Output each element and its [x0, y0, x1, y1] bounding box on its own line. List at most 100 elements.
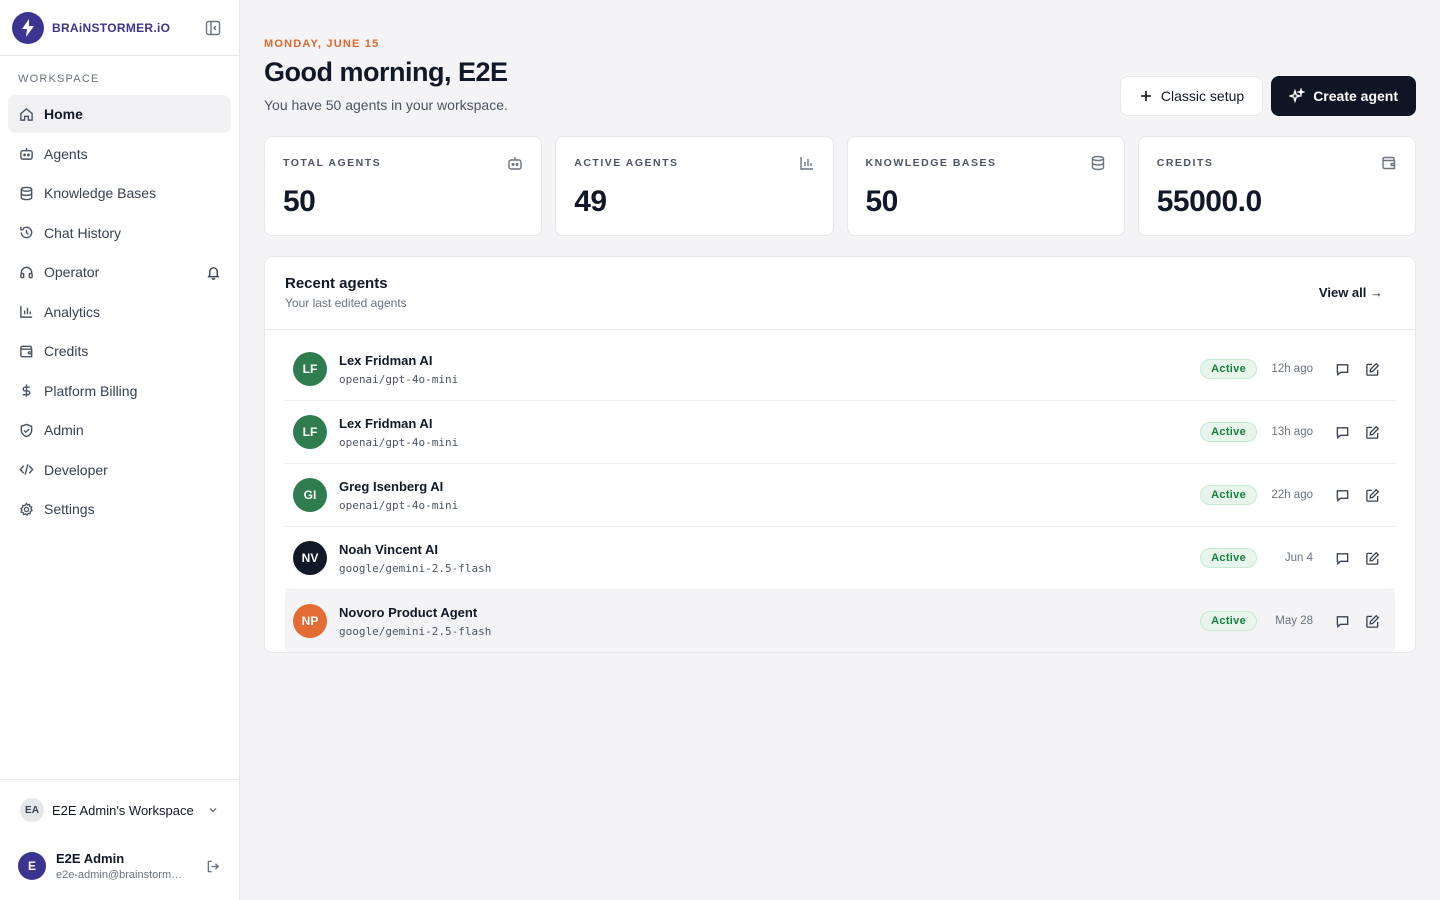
- agent-model: google/gemini-2.5-flash: [339, 561, 492, 575]
- status-badge: Active: [1200, 485, 1257, 505]
- history-icon: [18, 225, 34, 241]
- agent-name: Lex Fridman AI: [339, 415, 433, 431]
- sidebar-collapse-button[interactable]: [199, 14, 227, 42]
- brand-bar: BRAiNSTORMER.iO: [0, 0, 239, 56]
- row-actions: [1327, 354, 1387, 384]
- page-subtitle: You have 50 agents in your workspace.: [264, 97, 508, 113]
- stat-card-credits: CREDITS 55000.0: [1137, 136, 1416, 236]
- agent-name: Novoro Product Agent: [339, 604, 478, 620]
- agent-avatar: NV: [293, 541, 327, 575]
- brand-logo-link[interactable]: BRAiNSTORMER.iO: [12, 11, 170, 44]
- sidebar-item-label: Admin: [44, 422, 84, 438]
- avatar[interactable]: E: [18, 852, 46, 880]
- wallet-icon: [1381, 155, 1397, 171]
- edit-icon[interactable]: [1357, 480, 1387, 510]
- headset-icon: [18, 264, 34, 280]
- agent-avatar: NP: [293, 604, 327, 638]
- list-item[interactable]: LF Lex Fridman AI openai/gpt-4o-mini Act…: [285, 338, 1395, 401]
- chevron-down-icon: [207, 804, 219, 816]
- row-actions: [1327, 543, 1387, 573]
- shield-icon: [18, 422, 34, 438]
- sidebar-item-knowledge-bases[interactable]: Knowledge Bases: [8, 174, 231, 212]
- sidebar-item-developer[interactable]: Developer: [8, 451, 231, 489]
- list-item[interactable]: NP Novoro Product Agent google/gemini-2.…: [285, 590, 1395, 652]
- sidebar-item-label: Platform Billing: [44, 382, 138, 399]
- dollar-icon: [18, 383, 34, 399]
- sidebar-item-analytics[interactable]: Analytics: [8, 293, 231, 331]
- sidebar-item-platform-billing[interactable]: Platform Billing: [8, 372, 231, 410]
- agent-updated-time: May 28: [1275, 615, 1313, 627]
- recent-agents-card: Recent agents Your last edited agents Vi…: [264, 256, 1416, 653]
- stat-label: ACTIVE AGENTS: [574, 157, 679, 169]
- sidebar-item-chat-history[interactable]: Chat History: [8, 214, 231, 252]
- sidebar-item-label: Knowledge Bases: [44, 185, 157, 201]
- bot-icon: [507, 155, 523, 171]
- database-icon: [1090, 155, 1106, 171]
- user-info: E2E Admin e2e-admin@brainstormer.io: [56, 851, 206, 881]
- sidebar-item-agents[interactable]: Agents: [8, 135, 231, 173]
- list-item[interactable]: LF Lex Fridman AI openai/gpt-4o-mini Act…: [285, 401, 1395, 464]
- chat-icon[interactable]: [1327, 606, 1357, 636]
- stat-value: 50: [283, 185, 316, 218]
- sidebar-item-home[interactable]: Home: [8, 95, 231, 133]
- status-badge: Active: [1200, 359, 1257, 379]
- sidebar-item-settings[interactable]: Settings: [8, 490, 231, 528]
- bar-chart-icon: [799, 155, 815, 171]
- panel-left-icon: [205, 20, 221, 35]
- chat-icon[interactable]: [1327, 417, 1357, 447]
- workspace-switcher[interactable]: EA E2E Admin's Workspace: [0, 780, 239, 840]
- agent-updated-time: 22h ago: [1271, 489, 1313, 501]
- chat-icon[interactable]: [1327, 354, 1357, 384]
- recent-agents-list: LF Lex Fridman AI openai/gpt-4o-mini Act…: [265, 330, 1415, 652]
- classic-setup-label: Classic setup: [1160, 88, 1245, 104]
- stat-label: KNOWLEDGE BASES: [865, 157, 997, 169]
- agent-updated-time: Jun 4: [1284, 552, 1313, 564]
- edit-icon[interactable]: [1357, 354, 1387, 384]
- edit-icon[interactable]: [1357, 606, 1387, 636]
- sidebar-item-label: Chat History: [44, 224, 122, 241]
- stat-label: CREDITS: [1156, 157, 1214, 169]
- bot-icon: [18, 146, 34, 162]
- agent-avatar: LF: [293, 352, 327, 386]
- agent-model: openai/gpt-4o-mini: [339, 498, 459, 512]
- agent-info: Lex Fridman AI openai/gpt-4o-mini: [339, 353, 1200, 386]
- row-actions: [1327, 606, 1387, 636]
- recent-agents-header: Recent agents Your last edited agents Vi…: [265, 257, 1415, 330]
- page-title: Good morning, E2E: [264, 57, 508, 87]
- agent-name: Noah Vincent AI: [339, 541, 438, 557]
- create-agent-button[interactable]: Create agent: [1271, 76, 1416, 116]
- plus-icon: [1140, 91, 1151, 101]
- agent-info: Noah Vincent AI google/gemini-2.5-flash: [339, 542, 1200, 575]
- date-label: MONDAY, JUNE 15: [264, 38, 380, 50]
- sidebar-item-label: Developer: [44, 461, 108, 478]
- row-actions: [1327, 417, 1387, 447]
- agent-info: Lex Fridman AI openai/gpt-4o-mini: [339, 416, 1200, 449]
- list-item[interactable]: NV Noah Vincent AI google/gemini-2.5-fla…: [285, 527, 1395, 590]
- view-all-link[interactable]: View all →: [1319, 285, 1383, 300]
- stat-label: TOTAL AGENTS: [283, 157, 382, 169]
- bell-icon[interactable]: [206, 265, 221, 280]
- logout-icon[interactable]: [206, 859, 221, 874]
- user-email: e2e-admin@brainstormer.io: [56, 869, 186, 881]
- stat-card-knowledge-bases: KNOWLEDGE BASES 50: [846, 136, 1125, 236]
- sidebar-item-label: Agents: [44, 145, 88, 162]
- edit-icon[interactable]: [1357, 543, 1387, 573]
- agent-name: Greg Isenberg AI: [339, 478, 444, 494]
- database-icon: [18, 185, 34, 201]
- sidebar-item-admin[interactable]: Admin: [8, 411, 231, 449]
- create-agent-label: Create agent: [1313, 88, 1398, 104]
- sidebar-item-label: Operator: [44, 264, 100, 280]
- chat-icon[interactable]: [1327, 480, 1357, 510]
- status-badge: Active: [1200, 611, 1257, 631]
- status-badge: Active: [1200, 422, 1257, 442]
- chat-icon[interactable]: [1327, 543, 1357, 573]
- agent-info: Novoro Product Agent google/gemini-2.5-f…: [339, 605, 1200, 638]
- classic-setup-button[interactable]: Classic setup: [1119, 76, 1264, 116]
- list-item[interactable]: GI Greg Isenberg AI openai/gpt-4o-mini A…: [285, 464, 1395, 527]
- sidebar-item-credits[interactable]: Credits: [8, 332, 231, 370]
- recent-agents-title: Recent agents: [285, 275, 388, 292]
- edit-icon[interactable]: [1357, 417, 1387, 447]
- stat-value: 55000.0: [1156, 185, 1262, 218]
- sidebar-item-operator[interactable]: Operator: [8, 253, 231, 291]
- agent-model: openai/gpt-4o-mini: [339, 372, 459, 386]
